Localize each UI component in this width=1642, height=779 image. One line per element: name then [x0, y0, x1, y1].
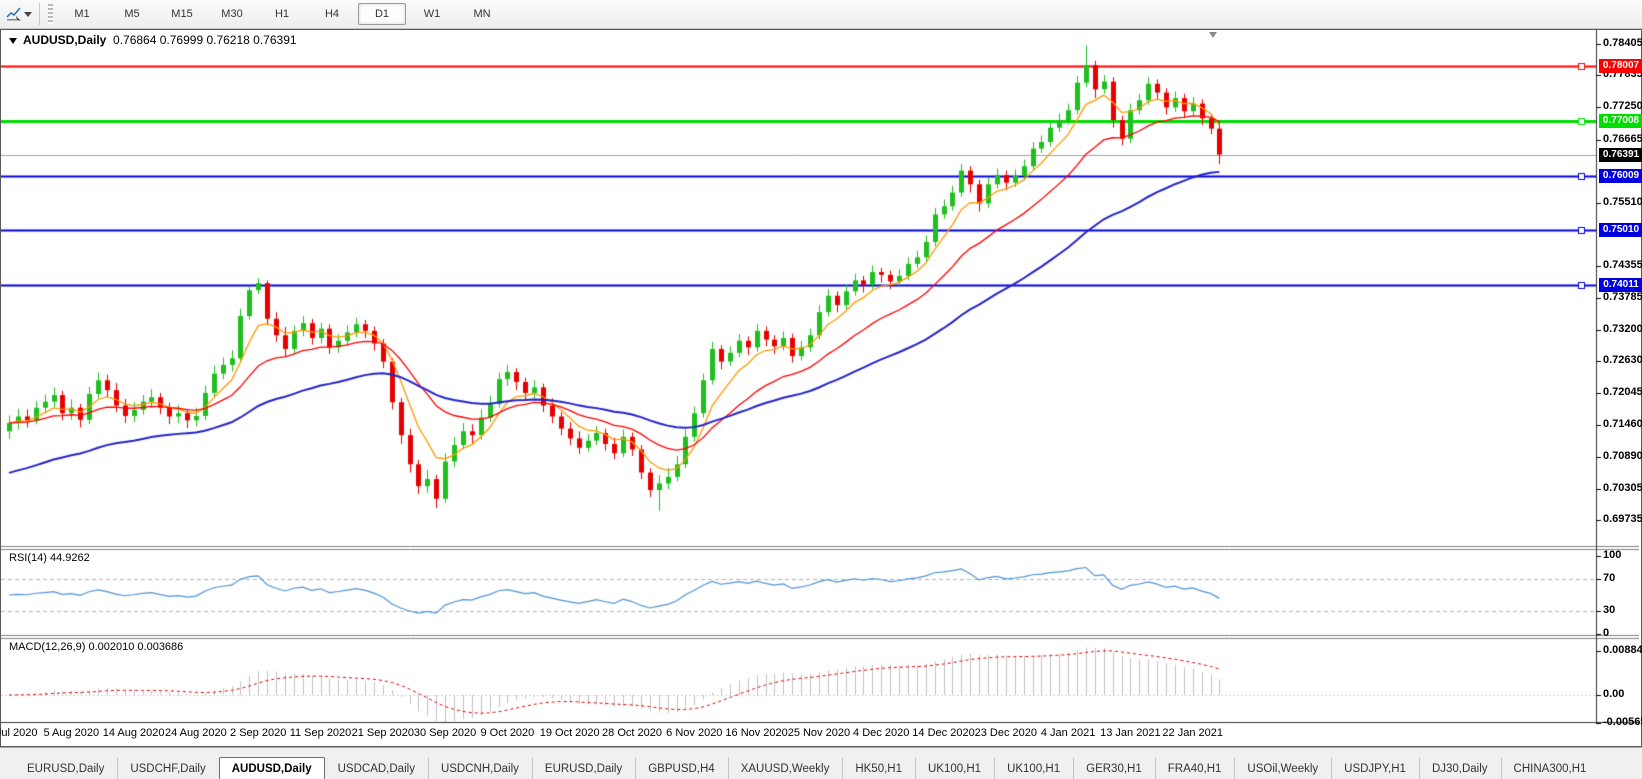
price-chart-canvas[interactable]	[1, 30, 1639, 744]
macd-tick-label: -0.005651	[1603, 716, 1642, 728]
current-price-badge: 0.76391	[1599, 148, 1642, 162]
rsi-tick-label: 100	[1603, 549, 1621, 561]
chart-tab-uk100-h1[interactable]: UK100,H1	[994, 757, 1073, 779]
chart-tab-fra40-h1[interactable]: FRA40,H1	[1155, 757, 1235, 779]
timeframe-button-m30[interactable]: M30	[208, 3, 256, 25]
chart-tab-ger30-h1[interactable]: GER30,H1	[1073, 757, 1155, 779]
timeframe-button-m15[interactable]: M15	[158, 3, 206, 25]
timeframe-button-w1[interactable]: W1	[408, 3, 456, 25]
chart-tab-dj30-daily[interactable]: DJ30,Daily	[1419, 757, 1501, 779]
date-tick-label: 2 Sep 2020	[230, 727, 286, 739]
chart-tab-usoil-weekly[interactable]: USOil,Weekly	[1234, 757, 1331, 779]
rsi-tick-label: 70	[1603, 572, 1615, 584]
chart-title: AUDUSD,Daily 0.76864 0.76999 0.76218 0.7…	[9, 33, 297, 47]
price-tick-label: 0.76665	[1603, 133, 1642, 145]
date-tick-label: 23 Dec 2020	[975, 727, 1037, 739]
toolbar-grip[interactable]	[48, 4, 53, 24]
chart-cursor-icon	[6, 6, 22, 22]
date-tick-label: 16 Nov 2020	[725, 727, 787, 739]
date-tick-label: 14 Aug 2020	[103, 727, 165, 739]
date-tick-label: 5 Aug 2020	[43, 727, 99, 739]
date-tick-label: 4 Dec 2020	[853, 727, 909, 739]
price-tick-label: 0.77250	[1603, 100, 1642, 112]
timeframe-button-m5[interactable]: M5	[108, 3, 156, 25]
chart-tab-china300-h1[interactable]: CHINA300,H1	[1501, 757, 1592, 779]
timeframe-button-h1[interactable]: H1	[258, 3, 306, 25]
price-tick-label: 0.72045	[1603, 386, 1642, 398]
date-tick-label: 14 Dec 2020	[912, 727, 974, 739]
timeframe-group: M1M5M15M30H1H4D1W1MN	[57, 0, 507, 28]
chart-tab-usdjpy-h1[interactable]: USDJPY,H1	[1331, 757, 1419, 779]
timeframe-button-d1[interactable]: D1	[358, 3, 406, 25]
price-line-badge[interactable]: 0.75010	[1599, 223, 1642, 237]
chart-tab-xauusd-weekly[interactable]: XAUUSD,Weekly	[728, 757, 843, 779]
chevron-down-icon	[24, 12, 32, 17]
date-tick-label: 21 Sep 2020	[352, 727, 414, 739]
chart-tab-eurusd-daily[interactable]: EURUSD,Daily	[532, 757, 635, 779]
toolbar-separator	[39, 3, 40, 25]
macd-tick-label: 0.00884	[1603, 644, 1642, 656]
macd-indicator-label: MACD(12,26,9) 0.002010 0.003686	[9, 641, 183, 653]
date-tick-label: 30 Sep 2020	[414, 727, 476, 739]
chart-tab-gbpusd-h4[interactable]: GBPUSD,H4	[635, 757, 727, 779]
chart-tab-eurusd-daily[interactable]: EURUSD,Daily	[14, 757, 117, 779]
chart-tab-hk50-h1[interactable]: HK50,H1	[842, 757, 915, 779]
date-tick-label: 25 Nov 2020	[788, 727, 850, 739]
price-tick-label: 0.71460	[1603, 418, 1642, 430]
price-tick-label: 0.78405	[1603, 37, 1642, 49]
collapse-triangle-icon	[9, 38, 17, 44]
chart-tab-uk100-h1[interactable]: UK100,H1	[915, 757, 994, 779]
chart-shift-marker-icon[interactable]	[1209, 32, 1217, 38]
rsi-indicator-label: RSI(14) 44.9262	[9, 552, 90, 564]
chart-tab-usdcnh-daily[interactable]: USDCNH,Daily	[428, 757, 532, 779]
date-tick-label: 9 Oct 2020	[480, 727, 534, 739]
date-tick-label: 19 Oct 2020	[540, 727, 600, 739]
date-tick-label: 11 Sep 2020	[290, 727, 352, 739]
price-tick-label: 0.70305	[1603, 482, 1642, 494]
date-tick-label: 13 Jan 2021	[1100, 727, 1161, 739]
timeframe-button-m1[interactable]: M1	[58, 3, 106, 25]
chart-tab-bar: EURUSD,DailyUSDCHF,DailyAUDUSD,DailyUSDC…	[0, 747, 1642, 779]
date-tick-label: 22 Jan 2021	[1162, 727, 1223, 739]
macd-tick-label: 0.00	[1603, 688, 1624, 700]
price-tick-label: 0.72630	[1603, 354, 1642, 366]
chart-tab-usdcad-daily[interactable]: USDCAD,Daily	[325, 757, 428, 779]
chart-tabs: EURUSD,DailyUSDCHF,DailyAUDUSD,DailyUSDC…	[14, 754, 1592, 779]
price-tick-label: 0.73200	[1603, 323, 1642, 335]
timeframe-button-mn[interactable]: MN	[458, 3, 506, 25]
date-tick-label: 27 Jul 2020	[0, 727, 37, 739]
mt4-window: M1M5M15M30H1H4D1W1MN AUDUSD,Daily 0.7686…	[0, 0, 1642, 779]
date-tick-label: 24 Aug 2020	[165, 727, 227, 739]
date-tick-label: 6 Nov 2020	[666, 727, 722, 739]
price-tick-label: 0.69735	[1603, 513, 1642, 525]
chart-tool-button[interactable]	[3, 1, 35, 27]
price-line-badge[interactable]: 0.76009	[1599, 169, 1642, 183]
chart-area: AUDUSD,Daily 0.76864 0.76999 0.76218 0.7…	[0, 29, 1642, 747]
chart-tab-usdchf-daily[interactable]: USDCHF,Daily	[117, 757, 218, 779]
timeframe-button-h4[interactable]: H4	[308, 3, 356, 25]
ohlc-values: 0.76864 0.76999 0.76218 0.76391	[113, 33, 297, 47]
rsi-tick-label: 0	[1603, 627, 1609, 639]
rsi-tick-label: 30	[1603, 604, 1615, 616]
price-tick-label: 0.73785	[1603, 291, 1642, 303]
symbol-label: AUDUSD,Daily	[23, 33, 106, 47]
date-tick-label: 28 Oct 2020	[602, 727, 662, 739]
chart-tab-audusd-daily[interactable]: AUDUSD,Daily	[219, 757, 325, 779]
price-tick-label: 0.75510	[1603, 196, 1642, 208]
price-line-badge[interactable]: 0.77008	[1599, 114, 1642, 128]
price-tick-label: 0.70890	[1603, 450, 1642, 462]
top-toolbar: M1M5M15M30H1H4D1W1MN	[0, 0, 1642, 29]
price-line-badge[interactable]: 0.74011	[1599, 278, 1642, 292]
price-line-badge[interactable]: 0.78007	[1599, 59, 1642, 73]
date-tick-label: 4 Jan 2021	[1041, 727, 1095, 739]
price-tick-label: 0.74355	[1603, 259, 1642, 271]
